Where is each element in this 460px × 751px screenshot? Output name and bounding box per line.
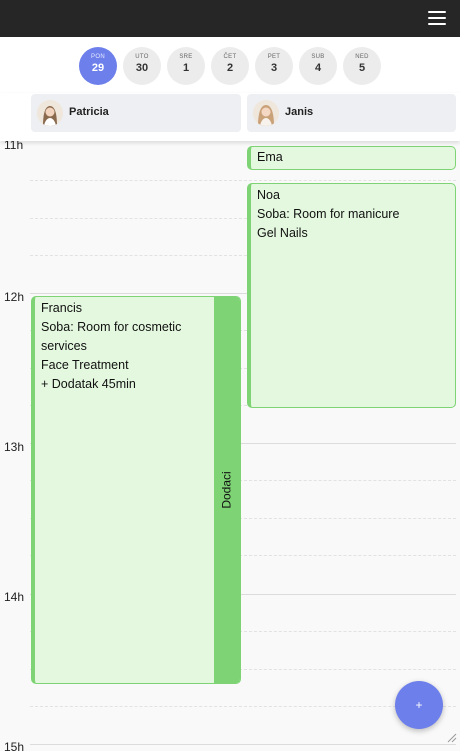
add-appointment-button[interactable]: + <box>395 681 443 729</box>
resize-handle-icon[interactable] <box>447 733 457 743</box>
staff-name: Janis <box>285 106 314 118</box>
appointment-ema[interactable]: Ema <box>247 146 456 170</box>
day-friday[interactable]: PET 3 <box>255 47 293 85</box>
appointment-service: Gel Nails <box>257 226 308 240</box>
day-date: 4 <box>314 62 322 74</box>
appointment-service: Face Treatment <box>41 358 129 372</box>
day-date: 30 <box>135 62 149 74</box>
appointment-room: Soba: Room for manicure <box>257 207 400 221</box>
day-name: SRE <box>179 54 193 60</box>
extras-label: Dodaci <box>219 471 234 509</box>
hour-label: 12h <box>4 290 25 304</box>
appointment-addon: + Dodatak 45min <box>41 377 136 391</box>
day-name: PET <box>267 54 281 60</box>
day-name: PON <box>91 54 105 60</box>
hamburger-menu-icon[interactable] <box>428 11 446 25</box>
day-date: 5 <box>358 62 366 74</box>
quarter-line <box>30 706 456 707</box>
staff-name: Patricia <box>69 106 109 118</box>
day-tuesday[interactable]: UTO 30 <box>123 47 161 85</box>
appointment-client: Francis <box>41 301 82 315</box>
hour-label: 15h <box>4 740 25 751</box>
quarter-line <box>30 180 456 181</box>
hour-label: 13h <box>4 440 25 454</box>
extras-tab[interactable]: Dodaci <box>214 297 240 683</box>
hour-line <box>30 744 456 745</box>
day-name: ČET <box>223 54 237 60</box>
staff-header: Patricia Janis <box>0 93 460 141</box>
hour-label: 14h <box>4 590 25 604</box>
day-name: UTO <box>135 54 149 60</box>
day-date: 2 <box>226 62 234 74</box>
day-date: 3 <box>270 62 278 74</box>
appointment-room: Soba: Room for cosmetic services <box>41 320 182 353</box>
appointment-client: Noa <box>257 188 280 202</box>
staff-column-janis[interactable]: Janis <box>247 94 456 132</box>
appointment-francis[interactable]: Francis Soba: Room for cosmetic services… <box>31 296 241 684</box>
day-date: 29 <box>91 62 105 74</box>
staff-column-patricia[interactable]: Patricia <box>31 94 241 132</box>
appointment-noa[interactable]: Noa Soba: Room for manicure Gel Nails <box>247 183 456 408</box>
avatar <box>253 100 279 126</box>
day-name: SUB <box>311 54 325 60</box>
schedule-grid[interactable]: 11h 12h 13h 14h 15h Ema Noa Soba: Room f… <box>0 141 460 751</box>
day-date: 1 <box>182 62 190 74</box>
day-sunday[interactable]: NED 5 <box>343 47 381 85</box>
day-monday[interactable]: PON 29 <box>79 47 117 85</box>
day-name: NED <box>355 54 369 60</box>
avatar <box>37 100 63 126</box>
top-bar <box>0 0 460 37</box>
hour-label: 11h <box>4 141 24 152</box>
week-day-selector: PON 29 UTO 30 SRE 1 ČET 2 PET 3 SUB 4 NE… <box>0 37 460 93</box>
day-saturday[interactable]: SUB 4 <box>299 47 337 85</box>
day-wednesday[interactable]: SRE 1 <box>167 47 205 85</box>
appointment-client: Ema <box>257 150 283 164</box>
day-thursday[interactable]: ČET 2 <box>211 47 249 85</box>
